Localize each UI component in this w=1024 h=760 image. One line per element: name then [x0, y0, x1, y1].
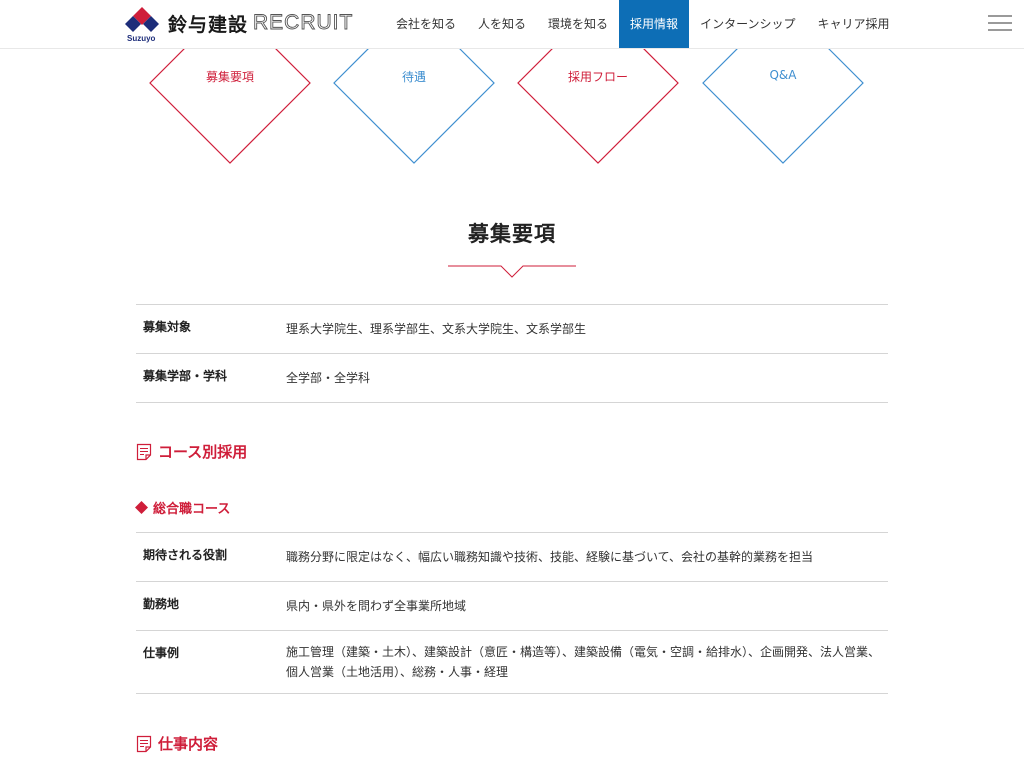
suzuyo-logo-icon	[125, 7, 159, 32]
diamond-label: Q&A	[769, 68, 797, 82]
table-row: 勤務地 県内・県外を問わず全事業所地域	[136, 582, 888, 631]
course-heading-text: コース別採用	[158, 443, 248, 461]
course-table: 期待される役割 職務分野に限定はなく、幅広い職務知識や技術、技能、経験に基づいて…	[136, 532, 888, 694]
diamond-label: 採用フロー	[567, 70, 628, 84]
row-label: 勤務地	[143, 597, 180, 611]
title-ornament-icon	[448, 265, 576, 278]
table-row: 期待される役割 職務分野に限定はなく、幅広い職務知識や技術、技能、経験に基づいて…	[136, 532, 888, 582]
course-subheading-text: 総合職コース	[153, 502, 231, 517]
table-row: 募集学部・学科 全学部・全学科	[136, 354, 888, 403]
table-row: 仕事例 施工管理（建築・土木）、建築設計（意匠・構造等）、建築設備（電気・空調・…	[136, 631, 888, 694]
row-value: 全学部・全学科	[286, 371, 371, 385]
recruitment-table: 募集対象 理系大学院生、理系学部生、文系大学院生、文系学部生 募集学部・学科 全…	[136, 304, 888, 403]
row-value: 職務分野に限定はなく、幅広い職務知識や技術、技能、経験に基づいて、会社の基幹的業…	[286, 550, 814, 564]
row-value: 理系大学院生、理系学部生、文系大学院生、文系学部生	[286, 322, 587, 336]
table-row: 募集対象 理系大学院生、理系学部生、文系大学院生、文系学部生	[136, 304, 888, 354]
nav-item-career[interactable]: キャリア採用	[806, 0, 900, 48]
logo-sub-text: Suzuyo	[127, 34, 156, 43]
hamburger-line	[988, 22, 1012, 24]
row-label: 募集学部・学科	[143, 369, 228, 383]
hamburger-line	[988, 15, 1012, 17]
row-label: 募集対象	[143, 320, 192, 334]
diamond-bullet-icon	[135, 501, 148, 514]
site-header: Suzuyo 鈴与建設 RECRUIT 会社を知る 人を知る 環境を知る 採用情…	[0, 0, 1024, 49]
diamond-label: 待遇	[401, 70, 426, 84]
job-heading-text: 仕事内容	[158, 735, 219, 753]
logo-company-name: 鈴与建設	[168, 14, 249, 36]
row-label: 期待される役割	[143, 548, 228, 562]
row-label: 仕事例	[143, 646, 180, 660]
hamburger-line	[988, 29, 1012, 31]
document-icon	[136, 735, 152, 753]
nav-item-recruit-info[interactable]: 採用情報	[619, 0, 690, 48]
nav-item-internship[interactable]: インターンシップ	[689, 0, 806, 48]
nav-item-environment[interactable]: 環境を知る	[537, 0, 619, 48]
section-title: 募集要項	[468, 222, 556, 246]
document-icon	[136, 443, 152, 461]
row-value: 施工管理（建築・土木）、建築設計（意匠・構造等）、建築設備（電気・空調・給排水）…	[286, 645, 881, 679]
main-nav: 会社を知る 人を知る 環境を知る 採用情報 インターンシップ キャリア採用	[385, 0, 900, 48]
nav-item-company[interactable]: 会社を知る	[385, 0, 467, 48]
recruit-page: Suzuyo 鈴与建設 RECRUIT 会社を知る 人を知る 環境を知る 採用情…	[0, 0, 1024, 760]
hamburger-icon[interactable]	[988, 15, 1012, 33]
diamond-label: 募集要項	[205, 70, 254, 84]
row-value: 県内・県外を問わず全事業所地域	[286, 599, 467, 613]
site-logo[interactable]: Suzuyo 鈴与建設 RECRUIT	[124, 6, 353, 44]
logo-recruit-text: RECRUIT	[253, 11, 354, 35]
nav-item-people[interactable]: 人を知る	[467, 0, 537, 48]
